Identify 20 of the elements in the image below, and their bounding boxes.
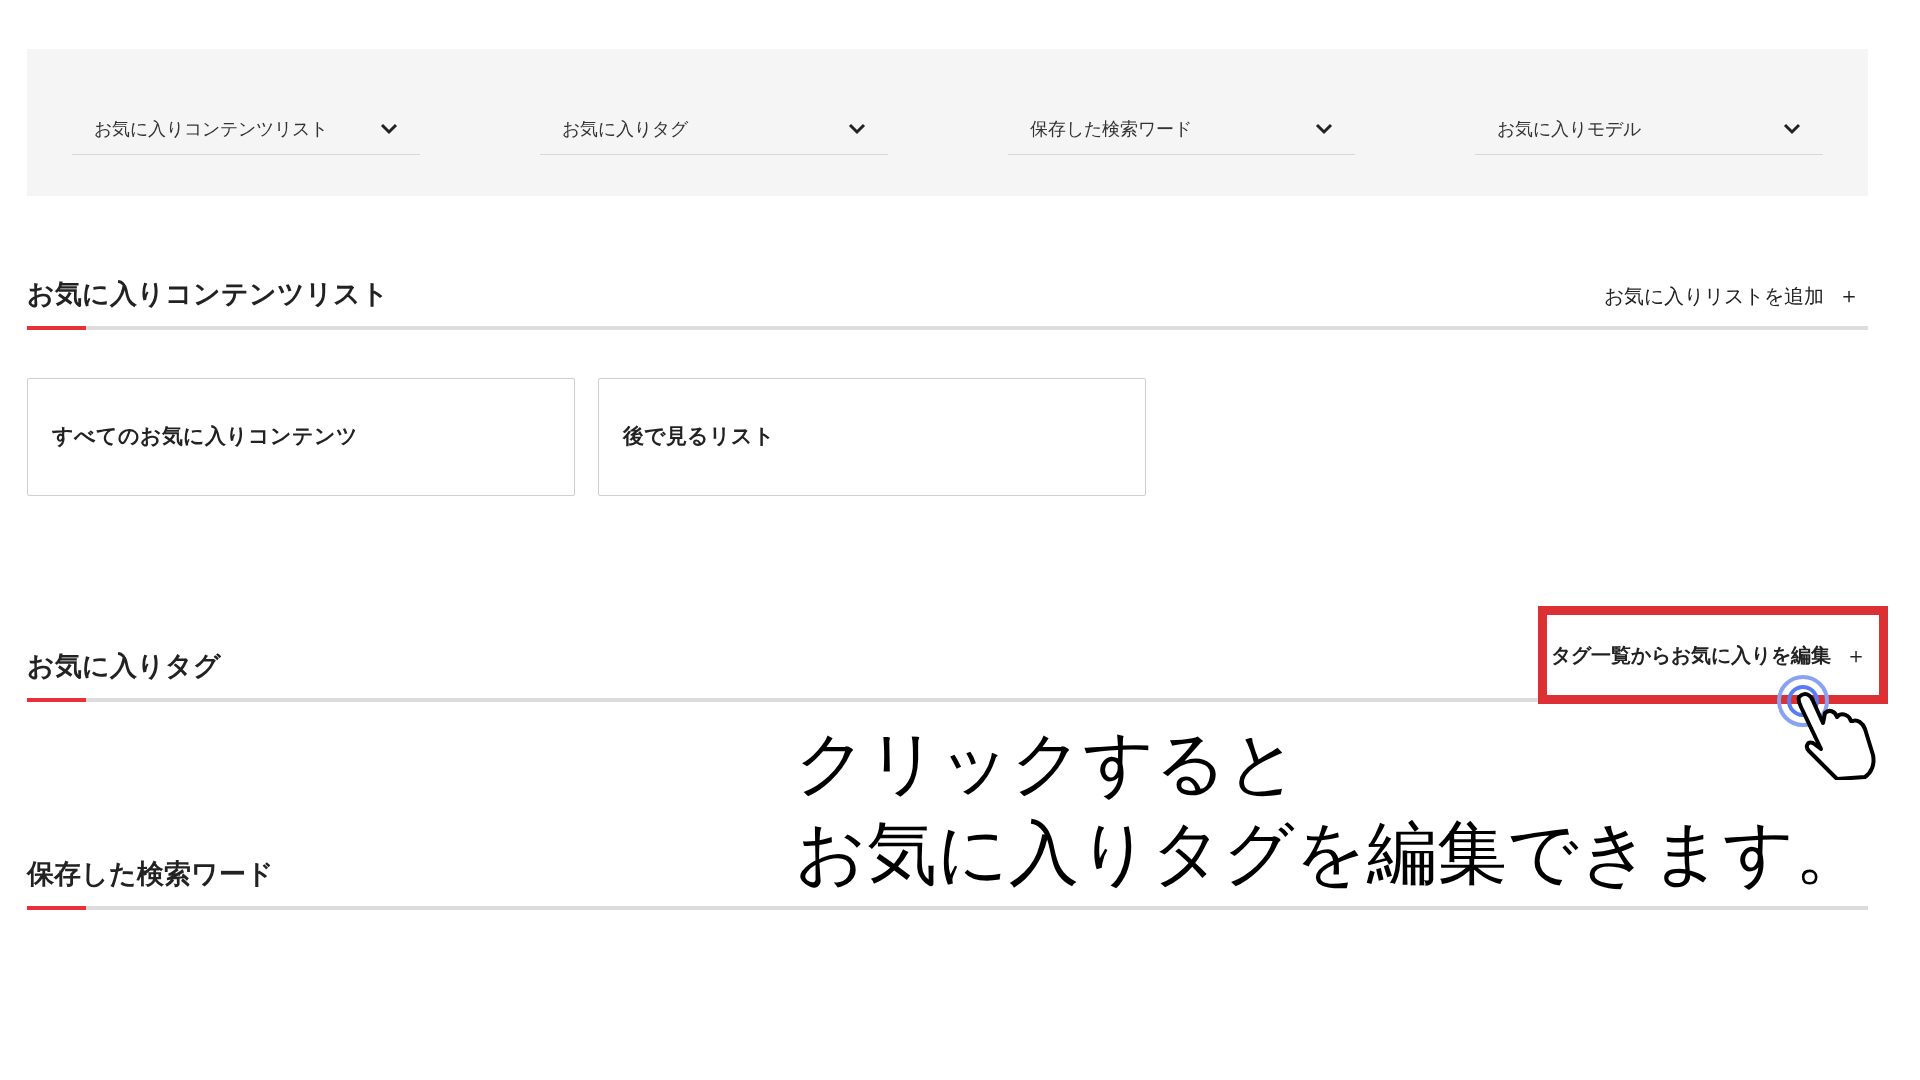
chevron-down-icon <box>1315 122 1334 135</box>
section-heading: お気に入りタグ <box>27 648 221 683</box>
section-accent <box>27 698 86 702</box>
annotation-text: お気に入りタグを編集できます。 <box>795 811 1865 896</box>
chevron-down-icon <box>1783 122 1801 135</box>
chevron-down-icon <box>379 122 398 135</box>
chevron-down-icon <box>847 122 866 135</box>
section-heading: お気に入りコンテンツリスト <box>27 276 389 311</box>
filter-dropdown[interactable]: お気に入りモデル <box>1475 111 1823 155</box>
filter-dropdown[interactable]: 保存した検索ワード <box>1007 111 1356 155</box>
add-link[interactable]: タグ一覧からお気に入りを編集 ＋ <box>1538 606 1888 704</box>
add-link[interactable]: お気に入りリストを追加 ＋ <box>1604 279 1868 326</box>
section-heading: 保存した検索ワード <box>27 856 274 891</box>
list-card[interactable]: 後で見るリスト <box>598 378 1146 496</box>
section-accent <box>27 326 86 330</box>
list-card[interactable]: すべてのお気に入りコンテンツ <box>27 378 575 496</box>
annotation-text: クリックすると <box>795 721 1299 806</box>
filter-dropdown[interactable]: お気に入りタグ <box>539 111 888 155</box>
filter-dropdown[interactable]: お気に入りコンテンツリスト <box>72 111 420 155</box>
section-accent <box>27 906 86 910</box>
